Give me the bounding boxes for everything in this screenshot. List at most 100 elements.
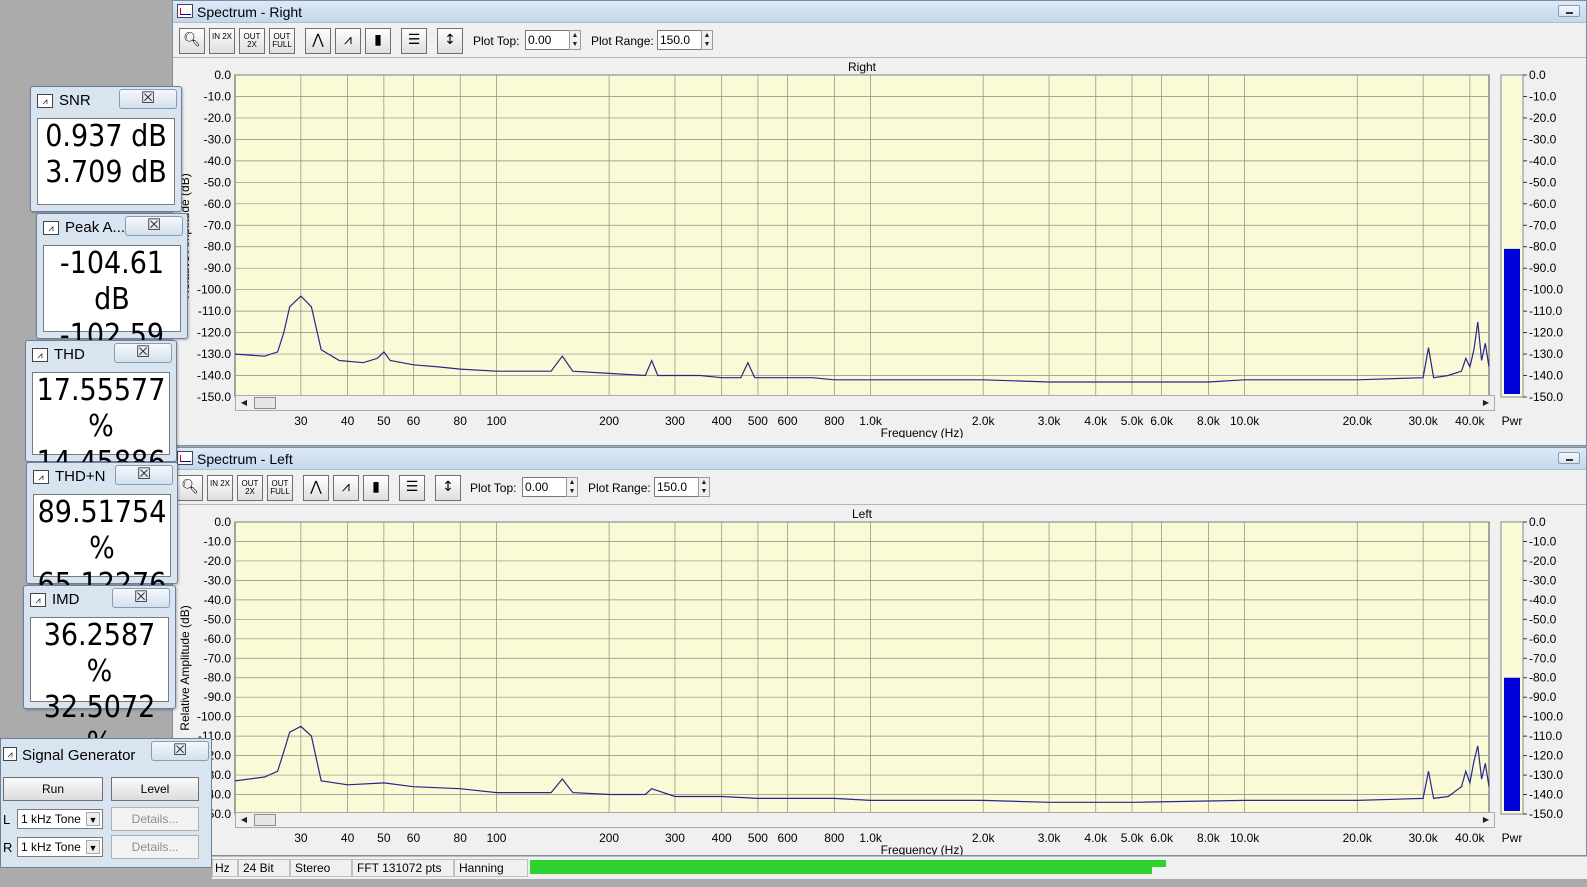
meter-app-icon: ⩘ (30, 593, 46, 607)
y-tick-label: -70.0 (204, 651, 232, 665)
signal-generator-title: Signal Generator (22, 747, 136, 764)
right-tone-select[interactable]: 1 kHz Tone ▼ (17, 837, 103, 857)
window-title: Spectrum - Left (197, 451, 293, 467)
close-icon[interactable]: ☒ (112, 588, 170, 608)
zoom-out-full-button[interactable]: OUT FULL (267, 475, 293, 501)
single-peak-button[interactable]: ⋀ (303, 475, 329, 501)
y-tick-label: -60.0 (204, 632, 232, 646)
x-tick-label: 40.0k (1455, 831, 1485, 845)
meter-app-icon: ⩘ (3, 747, 17, 761)
readout-value-left: 0.937 dB (45, 119, 167, 154)
vertical-range-button[interactable]: ↕ (437, 28, 463, 54)
left-details-button[interactable]: Details... (111, 807, 199, 831)
x-tick-label: 200 (599, 414, 619, 428)
spectrum-plot-area: Right 0.0 -10.0 -20.0 -30.0 -40.0 -50.0 -60.0 -7… (173, 58, 1586, 445)
spectrum-right-window[interactable]: Spectrum - Right 🔍︎ IN 2X OUT 2X OUT FUL… (172, 0, 1587, 446)
readout-title: THD+N (55, 468, 106, 485)
meter-tick-label: -150.0 (1529, 390, 1563, 404)
scroll-left-icon[interactable]: ◀ (236, 813, 252, 827)
bar-spectrum-button[interactable]: ▮ (365, 28, 391, 54)
run-button[interactable]: Run (3, 777, 103, 801)
meter-tick-label: -60.0 (1529, 197, 1557, 211)
readout-titlebar[interactable]: ⩘ SNR ☒ (31, 87, 181, 113)
horizontal-scrollbar[interactable]: ◀ ▶ (235, 395, 1495, 411)
imd-readout-window[interactable]: ⩘ IMD ☒ 36.2587 % 32.5072 % (23, 585, 176, 761)
zoom-in-2x-button[interactable]: IN 2X (209, 28, 235, 54)
signal-generator-window[interactable]: ⩘ Signal Generator ☒ Run Level L 1 kHz T… (0, 738, 212, 868)
plot-range-spinner-icon[interactable]: ▲ ▼ (701, 30, 713, 50)
scroll-right-icon[interactable]: ▶ (1478, 813, 1494, 827)
meter-tick-label: -50.0 (1529, 612, 1557, 626)
thd-readout-window[interactable]: ⩘ THD ☒ 17.55577 % 14.45886 % (25, 340, 177, 516)
chevron-down-icon[interactable]: ▼ (86, 812, 100, 826)
plot-range-spinner-icon[interactable]: ▲ ▼ (698, 477, 710, 497)
plot-range-label: Plot Range: (588, 481, 651, 495)
close-icon[interactable]: ☒ (119, 89, 177, 109)
close-icon[interactable]: ☒ (115, 465, 173, 485)
readout-titlebar[interactable]: ⩘ THD+N ☒ (27, 463, 177, 489)
scroll-left-icon[interactable]: ◀ (236, 396, 252, 410)
spectrum-plot-area: Left 0.0 -10.0 -20.0 -30.0 -40.0 -50.0 -60.0 -70… (173, 505, 1586, 855)
plot-range-input[interactable]: 150.0 (654, 477, 700, 497)
scroll-thumb[interactable] (254, 814, 276, 826)
zoom-out-2x-button[interactable]: OUT 2X (239, 28, 265, 54)
level-button[interactable]: Level (111, 777, 199, 801)
power-meter-fill (1504, 248, 1520, 394)
single-peak-button[interactable]: ⋀ (305, 28, 331, 54)
signal-generator-titlebar[interactable]: ⩘ Signal Generator ☒ (1, 739, 211, 769)
chevron-down-icon[interactable]: ▼ (86, 840, 100, 854)
readout-titlebar[interactable]: ⩘ THD ☒ (26, 341, 176, 367)
zoom-tool-button[interactable]: 🔍︎ (177, 475, 203, 501)
thd-n-readout-window[interactable]: ⩘ THD+N ☒ 89.51754 % 65.12276 % (26, 462, 178, 638)
horizontal-scrollbar[interactable]: ◀ ▶ (235, 812, 1495, 828)
right-details-button[interactable]: Details... (111, 835, 199, 859)
multi-peak-button[interactable]: ⩘ (335, 28, 361, 54)
peak-amplitude-readout-window[interactable]: ⩘ Peak A... ☒ -104.61 dB -102.59 dB (36, 213, 188, 389)
zoom-out-2x-button[interactable]: OUT 2X (237, 475, 263, 501)
readout-title: IMD (52, 591, 80, 608)
scroll-right-icon[interactable]: ▶ (1478, 396, 1494, 410)
spectrum-app-icon (177, 4, 193, 18)
readout-titlebar[interactable]: ⩘ IMD ☒ (24, 586, 175, 612)
zoom-in-2x-button[interactable]: IN 2X (207, 475, 233, 501)
spectrum-left-window[interactable]: Spectrum - Left 🔍︎ IN 2X OUT 2X OUT FULL… (172, 447, 1587, 856)
spectrum-right-titlebar[interactable]: Spectrum - Right (173, 1, 1586, 23)
x-tick-label: 30 (294, 414, 308, 428)
readout-titlebar[interactable]: ⩘ Peak A... ☒ (37, 214, 187, 240)
plot-top-spinner-icon[interactable]: ▲ ▼ (566, 477, 578, 497)
single-peak-icon: ⋀ (310, 479, 322, 495)
minimize-icon[interactable] (1558, 452, 1580, 464)
list-view-button[interactable]: ☰ (399, 475, 425, 501)
x-tick-label: 500 (748, 414, 768, 428)
spectrum-left-titlebar[interactable]: Spectrum - Left (173, 448, 1586, 470)
bar-spectrum-button[interactable]: ▮ (363, 475, 389, 501)
spectrum-toolbar: 🔍︎ IN 2X OUT 2X OUT FULL ⋀ ⩘ ▮ ☰ ↕ Plot … (173, 23, 1586, 58)
close-icon[interactable]: ☒ (125, 216, 183, 236)
left-channel-label: L (3, 812, 11, 827)
x-tick-label: 1.0k (859, 831, 883, 845)
multi-peak-button[interactable]: ⩘ (333, 475, 359, 501)
x-tick-label: 2.0k (972, 414, 996, 428)
scroll-thumb[interactable] (254, 397, 276, 409)
meter-app-icon: ⩘ (43, 221, 59, 235)
close-icon[interactable]: ☒ (114, 343, 172, 363)
minimize-icon[interactable] (1558, 5, 1580, 17)
meter-tick-label: -50.0 (1529, 175, 1557, 189)
spectrum-chart-right[interactable]: Right 0.0 -10.0 -20.0 -30.0 -40.0 -50.0 -60.0 -7… (173, 58, 1586, 438)
zoom-out-full-button[interactable]: OUT FULL (269, 28, 295, 54)
plot-top-input[interactable]: 0.00 (525, 30, 571, 50)
plot-top-spinner-icon[interactable]: ▲ ▼ (569, 30, 581, 50)
plot-range-input[interactable]: 150.0 (657, 30, 703, 50)
vertical-range-button[interactable]: ↕ (435, 475, 461, 501)
meter-app-icon: ⩘ (32, 348, 48, 362)
list-icon: ☰ (405, 479, 419, 495)
meter-app-icon: ⩘ (33, 470, 49, 484)
close-icon[interactable]: ☒ (151, 741, 209, 761)
plot-top-input[interactable]: 0.00 (522, 477, 568, 497)
snr-readout-window[interactable]: ⩘ SNR ☒ 0.937 dB 3.709 dB (30, 86, 182, 212)
meter-tick-label: -90.0 (1529, 261, 1557, 275)
zoom-tool-button[interactable]: 🔍︎ (179, 28, 205, 54)
spectrum-chart-left[interactable]: Left 0.0 -10.0 -20.0 -30.0 -40.0 -50.0 -60.0 -70… (173, 505, 1586, 855)
left-tone-select[interactable]: 1 kHz Tone ▼ (17, 809, 103, 829)
list-view-button[interactable]: ☰ (401, 28, 427, 54)
